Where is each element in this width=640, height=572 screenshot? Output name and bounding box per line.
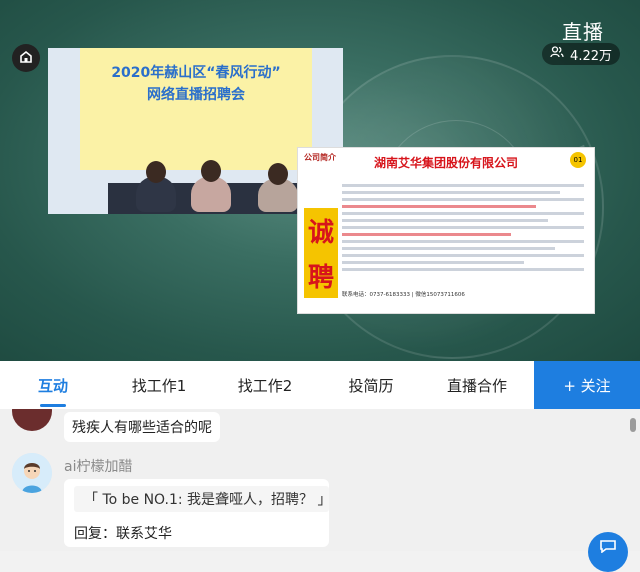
chat-fab-button[interactable]: [588, 532, 628, 572]
chat-feed[interactable]: 残疾人有哪些适合的呢 ai柠檬加醋 「 To be NO.1: 我是聋哑人，招聘…: [0, 409, 640, 551]
tab-interaction[interactable]: 互动: [0, 361, 106, 409]
video-player[interactable]: 直播 4.22万 2020年赫山区“春风行动” 网络直播招聘会 公司简介 湖南艾…: [0, 0, 640, 361]
recruitment-poster: 公司简介 湖南艾华集团股份有限公司 01 诚 聘 联系电话：0737-61833…: [297, 147, 595, 314]
viewer-count-badge: 4.22万: [542, 43, 620, 65]
tab-live-cooperation[interactable]: 直播合作: [424, 361, 530, 409]
recruit-phone: 联系电话：0737-6183333 | 微信15073711606: [342, 292, 465, 298]
recruit-company-title: 湖南艾华集团股份有限公司: [373, 155, 518, 170]
presenter-head: [146, 161, 166, 183]
recruit-text-lines: [342, 180, 584, 275]
avatar[interactable]: [12, 409, 52, 431]
chat-scrollbar[interactable]: [630, 418, 636, 432]
reply-text: 回复：联系艾华: [74, 526, 172, 542]
home-button[interactable]: [12, 44, 40, 72]
viewer-count: 4.22万: [570, 48, 612, 64]
chat-icon: [599, 538, 617, 557]
recruit-number: 01: [570, 152, 586, 168]
home-icon: [19, 49, 33, 68]
recruit-big-chars: 诚 聘: [304, 208, 338, 298]
live-label: 直播: [562, 20, 604, 44]
chat-username: ai柠檬加醋: [64, 459, 133, 475]
presenter-head: [268, 163, 288, 185]
recruit-char-2: 聘: [307, 263, 334, 293]
poster-title-line2: 网络直播招聘会: [147, 87, 245, 103]
tab-find-job-1[interactable]: 找工作1: [106, 361, 212, 409]
chat-reply-message: 「 To be NO.1: 我是聋哑人，招聘？ 」 回复：联系艾华: [64, 479, 332, 547]
people-icon: [550, 46, 564, 62]
quoted-message: 「 To be NO.1: 我是聋哑人，招聘？ 」: [74, 486, 332, 512]
tab-bar: 互动 找工作1 找工作2 投简历 直播合作 + 关注: [0, 361, 640, 410]
tab-find-job-2[interactable]: 找工作2: [212, 361, 318, 409]
avatar[interactable]: [12, 453, 52, 493]
user-avatar-icon: [12, 453, 52, 493]
event-poster: 2020年赫山区“春风行动” 网络直播招聘会: [80, 48, 312, 170]
follow-button[interactable]: + 关注: [534, 361, 640, 409]
recruit-char-1: 诚: [307, 218, 334, 248]
tab-submit-resume[interactable]: 投简历: [318, 361, 424, 409]
poster-title-line1: 2020年赫山区“春风行动”: [111, 65, 281, 81]
presenter-head: [201, 160, 221, 182]
chat-message: 残疾人有哪些适合的呢: [64, 412, 220, 442]
chat-message-text: 残疾人有哪些适合的呢: [72, 420, 212, 436]
